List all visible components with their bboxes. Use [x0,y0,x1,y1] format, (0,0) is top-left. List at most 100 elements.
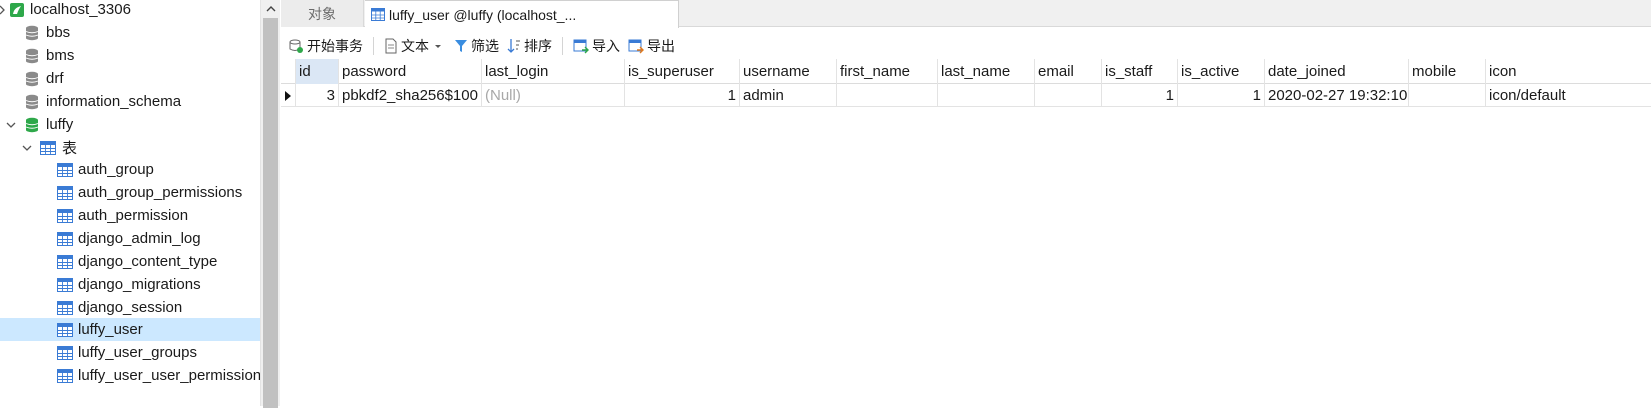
tree-item-label: information_schema [46,93,182,110]
tree-item-table[interactable]: django_session [0,296,260,319]
column-header-last-login[interactable]: last_login [482,59,625,84]
data-grid: id password last_login is_superuser user… [281,59,1651,406]
table-icon [57,231,73,247]
tree-scrollbar[interactable] [260,0,280,408]
tab-bar: 对象 luffy_user @luffy (localhost_... [281,0,1651,28]
cell-first-name[interactable] [837,84,938,107]
column-header-is-active[interactable]: is_active [1178,59,1265,84]
cell-icon[interactable]: icon/default [1486,84,1651,107]
tree-item-table[interactable]: auth_group [0,158,260,181]
cell-last-login[interactable]: (Null) [482,84,625,107]
filter-label: 筛选 [471,38,499,54]
tree-item-db-luffy[interactable]: luffy [0,113,260,136]
tree-item-db-information-schema[interactable]: information_schema [0,90,260,113]
tree-item-table[interactable]: django_content_type [0,250,260,273]
export-icon [628,39,644,54]
table-icon [57,300,73,316]
chevron-down-icon[interactable] [5,119,17,131]
table-icon [57,254,73,270]
table-icon [57,185,73,201]
table-icon [371,7,385,21]
column-header-icon[interactable]: icon [1486,59,1651,84]
column-header-is-staff[interactable]: is_staff [1102,59,1178,84]
chevron-right-icon[interactable] [0,4,8,16]
cell-email[interactable] [1035,84,1102,107]
import-label: 导入 [592,38,620,54]
column-header-password[interactable]: password [339,59,482,84]
table-icon [57,322,73,338]
tree-item-label: luffy_user_groups [78,344,197,361]
text-button[interactable]: 文本 [380,34,450,58]
column-header-id[interactable]: id [296,59,339,84]
column-header-last-name[interactable]: last_name [938,59,1035,84]
tree-item-table[interactable]: auth_group_permissions [0,181,260,204]
toolbar-divider [373,37,374,55]
tree-item-label: luffy_user_user_permission [78,367,260,384]
scrollbar-thumb[interactable] [263,18,278,408]
cell-is-staff[interactable]: 1 [1102,84,1178,107]
tree-item-table[interactable]: luffy_user_groups [0,341,260,364]
database-open-icon [24,117,40,133]
main-panel: 对象 luffy_user @luffy (localhost_... 开始事务… [281,0,1651,406]
tree-item-table[interactable]: auth_permission [0,204,260,227]
tab-objects[interactable]: 对象 [281,0,364,27]
tree-item-connection[interactable]: localhost_3306 [0,0,260,21]
cell-username[interactable]: admin [740,84,837,107]
table-row[interactable]: 3 pbkdf2_sha256$100 (Null) 1 admin 1 1 2… [281,84,1651,107]
table-icon [57,368,73,384]
tree-item-table-selected[interactable]: luffy_user [0,318,260,341]
tab-label: 对象 [308,5,336,22]
tab-luffy-user[interactable]: luffy_user @luffy (localhost_... [365,0,679,28]
table-icon [57,162,73,178]
tree-item-db-bbs[interactable]: bbs [0,21,260,44]
filter-icon [455,40,467,52]
import-button[interactable]: 导入 [569,34,624,58]
cell-mobile[interactable] [1409,84,1486,107]
tree-item-label: bbs [46,24,71,41]
chevron-down-icon[interactable] [21,142,33,154]
table-icon [57,277,73,293]
cell-is-active[interactable]: 1 [1178,84,1265,107]
column-header-email[interactable]: email [1035,59,1102,84]
tree-item-tables-folder[interactable]: 表 [0,136,260,159]
filter-button[interactable]: 筛选 [450,34,503,58]
sort-icon [507,39,520,53]
tree-item-label: auth_permission [78,207,189,224]
column-header-first-name[interactable]: first_name [837,59,938,84]
column-header-mobile[interactable]: mobile [1409,59,1486,84]
column-header-username[interactable]: username [740,59,837,84]
cell-is-superuser[interactable]: 1 [625,84,740,107]
tree-item-db-drf[interactable]: drf [0,67,260,90]
scroll-up-icon[interactable] [261,0,280,17]
column-header-is-superuser[interactable]: is_superuser [625,59,740,84]
sort-button[interactable]: 排序 [503,34,556,58]
tree-item-label: 表 [62,140,78,157]
tree-item-table[interactable]: django_admin_log [0,227,260,250]
table-icon [57,345,73,361]
row-selector-header [281,59,296,84]
tree-item-label: bms [46,47,75,64]
database-icon [24,48,40,64]
tree-item-db-bms[interactable]: bms [0,44,260,67]
document-icon [385,38,397,54]
tree-item-table[interactable]: django_migrations [0,273,260,296]
tree-item-label: luffy_user [78,321,143,338]
begin-transaction-label: 开始事务 [307,38,363,54]
export-button[interactable]: 导出 [624,34,679,58]
tree-item-label: django_session [78,299,183,316]
grid-header-row: id password last_login is_superuser user… [281,59,1651,84]
tree-item-table[interactable]: luffy_user_user_permission [0,364,260,387]
cell-date-joined[interactable]: 2020-02-27 19:32:10 [1265,84,1409,107]
begin-transaction-button[interactable]: 开始事务 [284,34,367,58]
chevron-down-icon [435,45,441,48]
current-row-marker-icon[interactable] [281,84,296,107]
cell-id[interactable]: 3 [296,84,339,107]
column-header-date-joined[interactable]: date_joined [1265,59,1409,84]
cell-last-name[interactable] [938,84,1035,107]
cell-password[interactable]: pbkdf2_sha256$100 [339,84,482,107]
text-label: 文本 [401,38,429,54]
tree-item-label: auth_group_permissions [78,184,243,201]
database-icon [24,71,40,87]
tree-item-label: drf [46,70,64,87]
tables-folder-icon [40,140,56,156]
